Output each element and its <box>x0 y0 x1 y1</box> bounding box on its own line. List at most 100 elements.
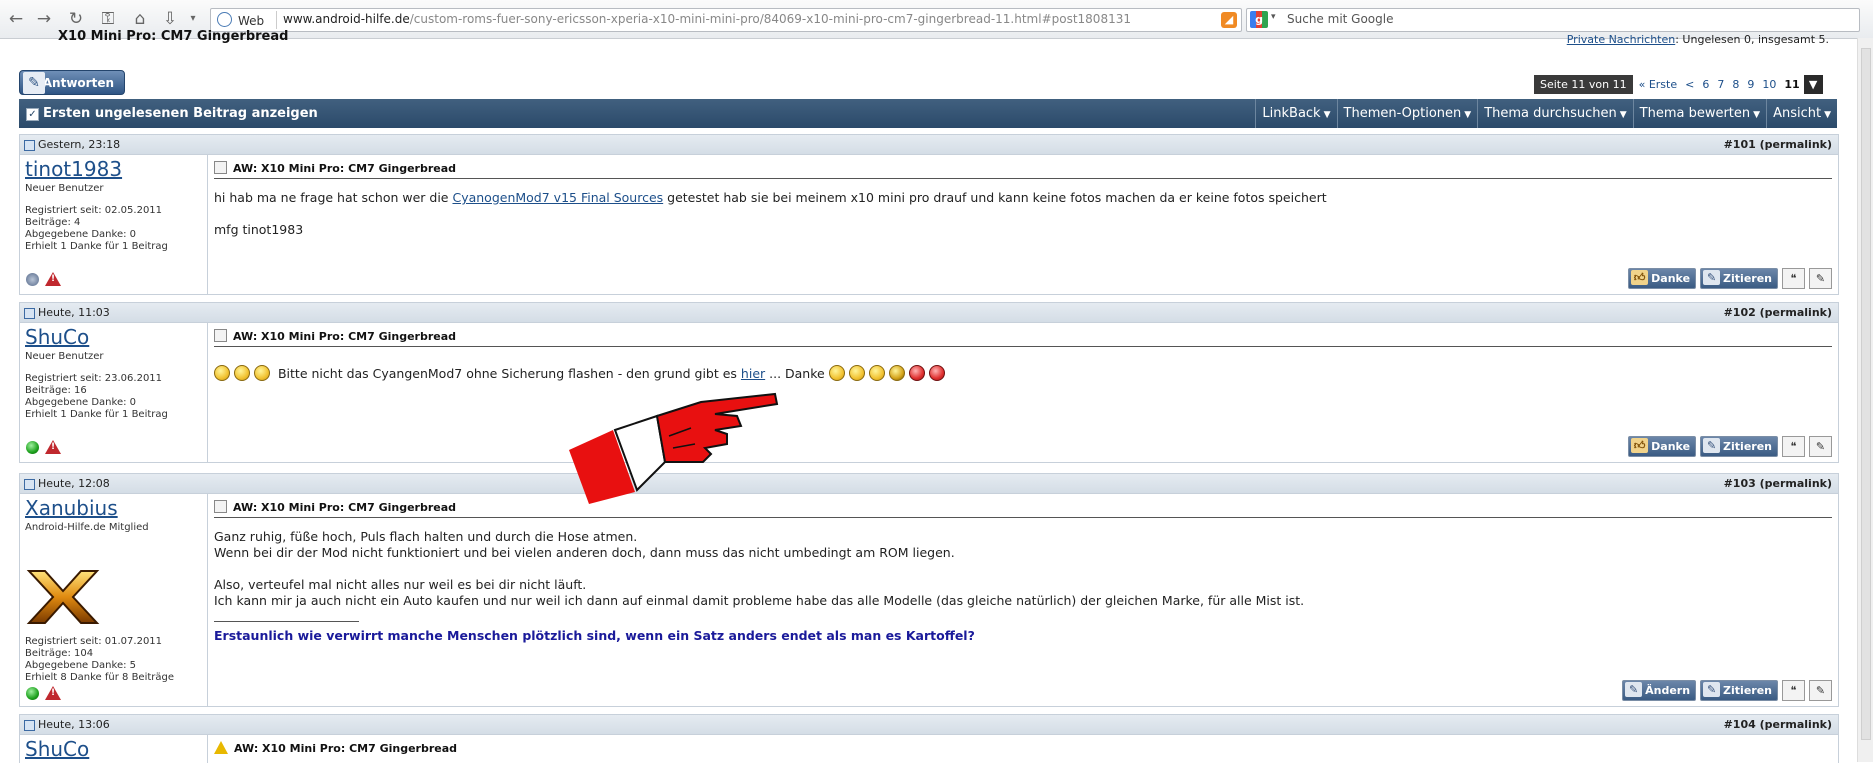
report-post-icon[interactable] <box>45 272 61 286</box>
page-jump-dropdown-icon[interactable]: ▼ <box>1803 75 1823 94</box>
report-post-icon[interactable] <box>45 686 61 700</box>
download-arrow-icon[interactable]: ⇩ <box>160 9 180 29</box>
post-message: Bitte nicht das CyangenMod7 ohne Sicheru… <box>214 365 949 382</box>
thread-title[interactable]: X10 Mini Pro: CM7 Gingerbread <box>58 29 288 44</box>
username-link[interactable]: ShuCo <box>25 737 89 761</box>
page-link[interactable]: 10 <box>1758 75 1781 94</box>
username-link[interactable]: Xanubius <box>25 496 118 520</box>
message-text: ... Danke <box>765 366 825 381</box>
smiley-icon <box>848 365 865 381</box>
document-icon <box>214 329 227 342</box>
forward-arrow-icon[interactable]: → <box>34 9 54 29</box>
quote-label: Zitieren <box>1723 440 1772 453</box>
hier-link[interactable]: hier <box>741 366 765 381</box>
stat-line: Beiträge: 104 <box>25 648 94 659</box>
linkback-menu[interactable]: LinkBack ▼ <box>1255 99 1336 128</box>
edit-button[interactable]: ✎ Ändern <box>1622 680 1697 701</box>
post-104: Heute, 13:06 #104 (permalink) ShuCo AW: … <box>19 714 1839 763</box>
permalink[interactable]: (permalink) <box>1760 138 1832 151</box>
prev-page-link[interactable]: < <box>1681 75 1699 94</box>
url-domain: www.android-hilfe.de <box>283 12 410 26</box>
post-date: Gestern, 23:18 <box>38 138 121 151</box>
thanks-button[interactable]: 👍︎ Danke <box>1628 436 1697 457</box>
google-search-engine-icon[interactable]: g <box>1250 11 1268 28</box>
message-line: Ganz ruhig, füße hoch, Puls flach halten… <box>214 529 638 544</box>
signature-divider <box>214 621 359 622</box>
username-link[interactable]: ShuCo <box>25 325 89 349</box>
search-thread-menu[interactable]: Thema durchsuchen ▼ <box>1477 99 1632 128</box>
menu-label: LinkBack <box>1262 106 1321 121</box>
quick-reply-icon[interactable]: ✎ <box>1809 268 1832 289</box>
page-link[interactable]: 6 <box>1698 75 1714 94</box>
smiley-icon <box>214 365 230 381</box>
quick-reply-icon[interactable]: ✎ <box>1809 680 1832 701</box>
display-mode-menu[interactable]: Ansicht ▼ <box>1766 99 1837 128</box>
menu-label: Ansicht <box>1773 106 1822 121</box>
quick-reply-icon[interactable]: ✎ <box>1809 436 1832 457</box>
quote-pencil-icon: ✎ <box>1703 682 1721 697</box>
multi-quote-icon[interactable]: ❝ <box>1782 436 1805 457</box>
stat-line: Erhielt 8 Danke für 8 Beiträge <box>25 672 175 683</box>
page-scrollbar[interactable] <box>1857 38 1873 762</box>
quote-label: Zitieren <box>1723 684 1772 697</box>
quote-button[interactable]: ✎ Zitieren <box>1700 436 1778 457</box>
quote-button[interactable]: ✎ Zitieren <box>1700 268 1778 289</box>
multi-quote-icon[interactable]: ❝ <box>1782 680 1805 701</box>
engine-chevron-down-icon[interactable]: ▾ <box>1271 12 1276 22</box>
stat-line: Beiträge: 16 <box>25 385 87 396</box>
post-number[interactable]: #103 (permalink) <box>1724 477 1832 490</box>
post-number-text: #103 <box>1723 477 1756 490</box>
web-label-text: Web <box>238 14 265 28</box>
post-number[interactable]: #101 (permalink) <box>1724 138 1832 151</box>
user-stats: Registriert seit: 23.06.2011 Beiträge: 1… <box>25 373 168 421</box>
page-link[interactable]: 8 <box>1728 75 1744 94</box>
stat-line: Registriert seit: 23.06.2011 <box>25 373 163 384</box>
page-link[interactable]: 9 <box>1743 75 1759 94</box>
permalink[interactable]: (permalink) <box>1760 718 1832 731</box>
user-info: ShuCo <box>20 735 208 763</box>
key-icon[interactable]: ⚿ <box>98 9 118 29</box>
quote-pencil-icon: ✎ <box>1703 438 1721 453</box>
stat-line: Abgegebene Danke: 5 <box>25 660 137 671</box>
menu-label: Themen-Optionen <box>1343 106 1462 121</box>
site-identity[interactable]: Web <box>217 12 264 28</box>
cyanogenmod-link[interactable]: CyanogenMod7 v15 Final Sources <box>452 190 663 205</box>
home-icon[interactable]: ⌂ <box>130 9 150 29</box>
thanks-button[interactable]: 👍︎ Danke <box>1628 268 1697 289</box>
scrollbar-thumb[interactable] <box>1861 48 1871 740</box>
url-text[interactable]: www.android-hilfe.de/custom-roms-fuer-so… <box>283 12 1131 26</box>
permalink[interactable]: (permalink) <box>1760 477 1832 490</box>
post-actions: ✎ Ändern ✎ Zitieren ❝ ✎ <box>1622 680 1832 701</box>
post-number[interactable]: #102 (permalink) <box>1724 306 1832 319</box>
back-arrow-icon[interactable]: ← <box>6 9 26 29</box>
report-post-icon[interactable] <box>45 440 61 454</box>
private-messages-link[interactable]: Private Nachrichten <box>1567 33 1676 46</box>
quote-button[interactable]: ✎ Zitieren <box>1700 680 1778 701</box>
post-title-text: AW: X10 Mini Pro: CM7 Gingerbread <box>234 742 458 755</box>
first-page-link[interactable]: « Erste <box>1634 75 1682 94</box>
rss-feed-icon[interactable]: ◢ <box>1221 12 1237 28</box>
thread-options-menu[interactable]: Themen-Optionen ▼ <box>1336 99 1478 128</box>
user-info: tinot1983 Neuer Benutzer Registriert sei… <box>20 155 208 294</box>
page-link[interactable]: 7 <box>1713 75 1729 94</box>
multi-quote-icon[interactable]: ❝ <box>1782 268 1805 289</box>
avatar[interactable] <box>25 567 101 627</box>
permalink[interactable]: (permalink) <box>1760 306 1832 319</box>
username-link[interactable]: tinot1983 <box>25 157 122 181</box>
first-unread-link[interactable]: Ersten ungelesenen Beitrag anzeigen <box>43 106 318 121</box>
search-box[interactable]: g ▾ Suche mit Google <box>1246 8 1860 32</box>
stat-line: Registriert seit: 01.07.2011 <box>25 636 163 647</box>
message-line: Also, verteufel mal nicht alles nur weil… <box>214 577 587 592</box>
chevron-down-icon: ▼ <box>1323 110 1331 120</box>
rate-thread-menu[interactable]: Thema bewerten ▼ <box>1632 99 1766 128</box>
reply-button[interactable]: ✎ Antworten <box>19 70 125 95</box>
current-page: 11 <box>1780 75 1804 94</box>
private-messages-status: Private Nachrichten: Ungelesen 0, insges… <box>1567 33 1829 46</box>
reload-icon[interactable]: ↻ <box>66 9 86 29</box>
post-actions: 👍︎ Danke ✎ Zitieren ❝ ✎ <box>1628 436 1832 457</box>
chevron-down-icon[interactable]: ▾ <box>183 9 203 29</box>
address-divider <box>276 11 277 29</box>
address-bar[interactable]: Web www.android-hilfe.de/custom-roms-fue… <box>210 8 1242 32</box>
post-number[interactable]: #104 (permalink) <box>1724 718 1832 731</box>
signature: Erstaunlich wie verwirrt manche Menschen… <box>214 628 975 643</box>
